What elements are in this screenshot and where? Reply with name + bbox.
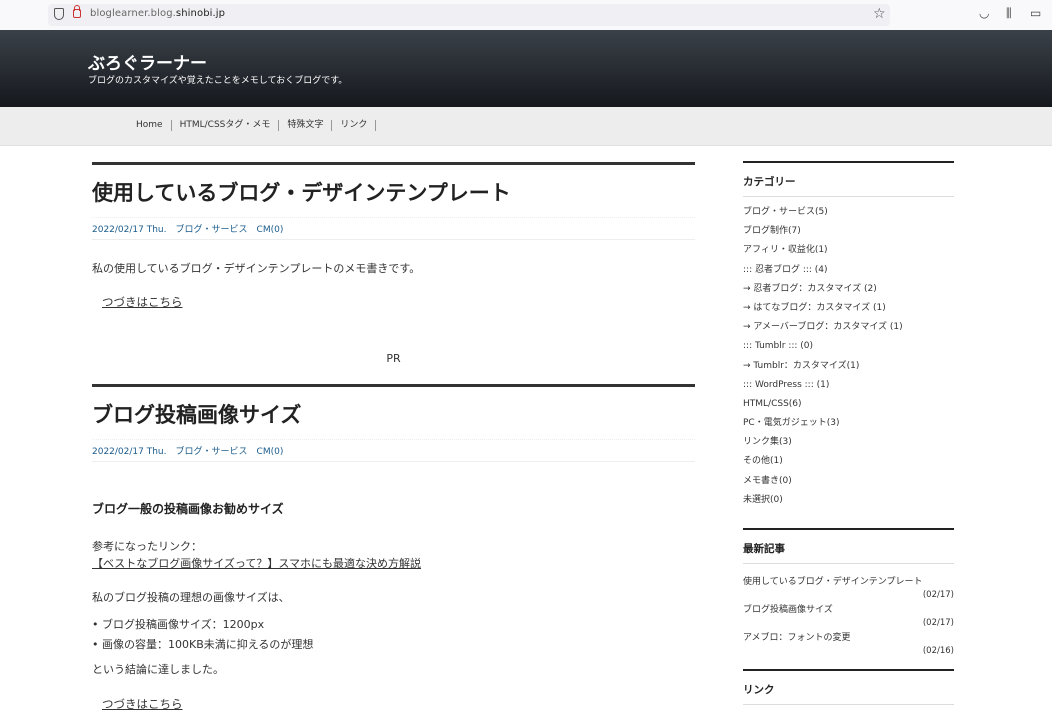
pocket-icon[interactable]: ◡ — [979, 6, 989, 20]
global-nav: Home HTML/CSSタグ・メモ 特殊文字 リンク — [0, 107, 1052, 146]
main-content: 使用しているブログ・デザインテンプレート 2022/02/17 Thu. ブログ・… — [92, 162, 695, 712]
article-meta: 2022/02/17 Thu. ブログ・サービス CM(0) — [92, 217, 695, 240]
recent-post-date: (02/16) — [922, 646, 954, 656]
category-item[interactable]: リンク集(3) — [743, 433, 954, 452]
category-item[interactable]: ::: WordPress ::: (1) — [743, 376, 954, 395]
read-more-link[interactable]: つづきはこちら — [102, 295, 183, 309]
category-item[interactable]: → はてなブログ：カスタマイズ (1) — [743, 299, 954, 318]
insecure-lock-icon[interactable] — [73, 5, 81, 18]
article-category-link[interactable]: ブログ・サービス — [176, 225, 248, 235]
article-date: 2022/02/17 Thu. — [92, 447, 167, 457]
category-item[interactable]: HTML/CSS(6) — [743, 395, 954, 414]
article-date: 2022/02/17 Thu. — [92, 225, 167, 235]
browser-toolbar: bloglearner.blog.shinobi.jp ☆ ◡ ⫼ ▭ — [0, 0, 1052, 31]
shield-icon[interactable] — [54, 8, 64, 20]
category-item[interactable]: → Tumblr：カスタマイズ(1) — [743, 357, 954, 376]
recent-post-item[interactable]: アメブロ：フォントの変更 (02/16) — [743, 630, 954, 658]
article-title[interactable]: ブログ投稿画像サイズ — [92, 399, 695, 433]
site-description: ブログのカスタマイズや覚えたことをメモしておくブログです。 — [88, 76, 348, 86]
read-more-link[interactable]: つづきはこちら — [102, 697, 183, 711]
recent-post-title[interactable]: 使用しているブログ・デザインテンプレート — [743, 577, 922, 587]
article-conclusion: という結論に達しました。 — [92, 663, 224, 676]
recent-post-item[interactable]: ブログ投稿画像サイズ (02/17) — [743, 602, 954, 630]
recent-post-title[interactable]: ブログ投稿画像サイズ — [743, 605, 833, 615]
recent-posts-heading: 最新記事 — [743, 528, 954, 564]
article-comments-link[interactable]: CM(0) — [257, 225, 284, 235]
list-item: 画像の容量：100KB未満に抑えるのが理想 — [92, 635, 695, 655]
bookmark-star-icon[interactable]: ☆ — [873, 6, 886, 22]
nav-home[interactable]: Home — [136, 120, 172, 131]
site-title[interactable]: ぶろぐラーナー — [88, 49, 207, 74]
nav-special-chars[interactable]: 特殊文字 — [279, 120, 333, 131]
library-icon[interactable]: ⫼ — [1006, 6, 1012, 21]
category-item[interactable]: ::: 忍者ブログ ::: (4) — [743, 261, 954, 280]
sidebar: カテゴリー ブログ・サービス(5) ブログ制作(7) アフィリ・収益化(1) :… — [743, 161, 954, 705]
section-heading: ブログ一般の投稿画像お勧めサイズ — [92, 502, 284, 516]
category-item[interactable]: ::: Tumblr ::: (0) — [743, 337, 954, 356]
category-item[interactable]: アフィリ・収益化(1) — [743, 241, 954, 260]
nav-html-css[interactable]: HTML/CSSタグ・メモ — [172, 120, 280, 131]
category-item[interactable]: 未選択(0) — [743, 491, 954, 510]
list-item: ブログ投稿画像サイズ：1200px — [92, 615, 695, 635]
article: ブログ投稿画像サイズ 2022/02/17 Thu. ブログ・サービス CM(0) … — [92, 384, 695, 712]
url-text[interactable]: bloglearner.blog.shinobi.jp — [90, 8, 225, 19]
category-list: ブログ・サービス(5) ブログ制作(7) アフィリ・収益化(1) ::: 忍者ブ… — [743, 203, 954, 510]
category-item[interactable]: ブログ・サービス(5) — [743, 203, 954, 222]
article-title[interactable]: 使用しているブログ・デザインテンプレート — [92, 177, 695, 211]
recent-post-date: (02/17) — [922, 618, 954, 628]
article-body: 私の使用しているブログ・デザインテンプレートのメモ書きです。 — [92, 262, 421, 275]
article-category-link[interactable]: ブログ・サービス — [176, 447, 248, 457]
recent-posts-list: 使用しているブログ・デザインテンプレート (02/17) ブログ投稿画像サイズ … — [743, 574, 954, 658]
links-heading: リンク — [743, 669, 954, 705]
recent-post-date: (02/17) — [922, 590, 954, 600]
bullet-list: ブログ投稿画像サイズ：1200px 画像の容量：100KB未満に抑えるのが理想 — [92, 615, 695, 655]
recent-post-item[interactable]: 使用しているブログ・デザインテンプレート (02/17) — [743, 574, 954, 602]
pr-label: PR — [386, 352, 401, 365]
category-item[interactable]: → 忍者ブログ：カスタマイズ (2) — [743, 280, 954, 299]
article-comments-link[interactable]: CM(0) — [257, 447, 284, 457]
article-meta: 2022/02/17 Thu. ブログ・サービス CM(0) — [92, 439, 695, 462]
reference-link[interactable]: 【ベストなブログ画像サイズって？】スマホにも最適な決め方解説 — [92, 557, 695, 570]
category-item[interactable]: ブログ制作(7) — [743, 222, 954, 241]
category-item[interactable]: PC・電気ガジェット(3) — [743, 414, 954, 433]
recent-post-title[interactable]: アメブロ：フォントの変更 — [743, 633, 851, 643]
category-item[interactable]: その他(1) — [743, 452, 954, 471]
sidebar-icon[interactable]: ▭ — [1030, 6, 1041, 20]
reference-label: 参考になったリンク： — [92, 540, 202, 553]
category-item[interactable]: メモ書き(0) — [743, 472, 954, 491]
article: 使用しているブログ・デザインテンプレート 2022/02/17 Thu. ブログ・… — [92, 162, 695, 310]
nav-links[interactable]: リンク — [332, 120, 377, 131]
categories-heading: カテゴリー — [743, 161, 954, 197]
article-intro: 私のブログ投稿の理想の画像サイズは、 — [92, 591, 290, 604]
category-item[interactable]: → アメーバーブログ：カスタマイズ (1) — [743, 318, 954, 337]
